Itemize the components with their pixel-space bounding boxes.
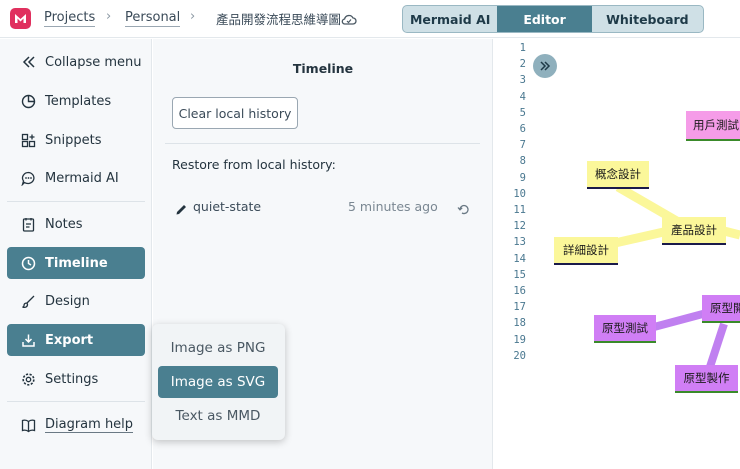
diagram-canvas[interactable]: 用戶測試 概念設計 產品設計 詳細設計 原型測試 原型開 原型製作: [534, 39, 740, 469]
export-menu: Image as PNG Image as SVG Text as MMD: [152, 324, 285, 440]
breadcrumb-separator: ›: [106, 9, 112, 24]
sidebar-item-snippets[interactable]: Snippets: [7, 124, 145, 156]
history-entry-time: 5 minutes ago: [348, 199, 438, 214]
history-entry[interactable]: quiet-state 5 minutes ago: [172, 197, 472, 219]
snippets-icon: [20, 132, 37, 149]
breadcrumb-personal[interactable]: Personal: [125, 9, 181, 27]
line-number: 16: [513, 285, 526, 297]
sidebar-item-label: Snippets: [45, 132, 102, 148]
sidebar-item-label: Collapse menu: [45, 54, 142, 70]
sidebar: Collapse menu Templates Snippets Mermaid…: [0, 39, 152, 469]
clear-local-history-button[interactable]: Clear local history: [172, 97, 298, 129]
mode-mermaid-ai-button[interactable]: Mermaid AI: [403, 6, 497, 32]
line-number: 6: [519, 123, 526, 135]
history-entry-name: quiet-state: [193, 199, 262, 214]
line-number: 9: [519, 171, 526, 184]
breadcrumb-projects[interactable]: Projects: [44, 9, 96, 27]
chevrons-right-icon: [540, 61, 551, 71]
sidebar-item-mermaid-ai[interactable]: Mermaid AI: [7, 162, 145, 194]
mode-editor-button[interactable]: Editor: [497, 6, 592, 32]
sidebar-item-design[interactable]: Design: [7, 285, 145, 317]
line-number: 15: [513, 268, 526, 281]
export-mmd-option[interactable]: Text as MMD: [158, 400, 278, 432]
line-number: 3: [519, 74, 526, 87]
book-icon: [20, 417, 37, 434]
divider: [165, 143, 480, 144]
sidebar-item-label: Timeline: [45, 255, 108, 271]
sidebar-item-export[interactable]: Export: [7, 324, 145, 356]
line-number: 18: [513, 317, 526, 330]
panel-title: Timeline: [292, 61, 354, 76]
node-prototype-development[interactable]: 原型開: [702, 295, 740, 323]
top-bar: Projects › Personal › 產品開發流程思維導圖 Mermaid…: [0, 0, 740, 38]
line-number: 7: [519, 139, 526, 152]
clock-icon: [20, 255, 37, 272]
gear-icon: [20, 371, 37, 388]
pencil-icon: [175, 201, 188, 220]
node-prototype-making[interactable]: 原型製作: [675, 365, 738, 393]
line-number: 14: [513, 252, 526, 265]
node-user-testing[interactable]: 用戶測試: [686, 111, 740, 141]
chat-icon: [20, 170, 37, 187]
line-number: 20: [513, 349, 526, 362]
mode-whiteboard-button[interactable]: Whiteboard: [592, 6, 703, 32]
sidebar-divider: [7, 401, 145, 402]
node-product-design[interactable]: 產品設計: [662, 217, 726, 245]
line-number: 5: [519, 106, 526, 119]
restore-icon[interactable]: [457, 201, 470, 220]
restore-label: Restore from local history:: [172, 157, 336, 172]
sidebar-item-label: Mermaid AI: [45, 170, 119, 186]
export-png-option[interactable]: Image as PNG: [158, 332, 278, 364]
sidebar-item-label: Design: [45, 293, 90, 309]
code-editor[interactable]: 1 2 3 4 5 6 7 8 9 10 11 12 13 14 15 16 17 18 19 20: [494, 39, 534, 469]
collapse-icon: [20, 54, 37, 71]
line-number: 19: [513, 333, 526, 346]
sidebar-item-notes[interactable]: Notes: [7, 208, 145, 240]
sidebar-item-collapse-menu[interactable]: Collapse menu: [7, 46, 145, 78]
sidebar-item-label: Templates: [45, 93, 112, 109]
sidebar-item-templates[interactable]: Templates: [7, 85, 145, 117]
line-number: 10: [513, 187, 526, 200]
cloud-sync-icon: [341, 11, 357, 30]
node-prototype-testing[interactable]: 原型測試: [594, 315, 656, 343]
brush-icon: [20, 293, 37, 310]
node-concept-design[interactable]: 概念設計: [587, 161, 649, 189]
mermaid-logo[interactable]: [10, 8, 31, 29]
document-title[interactable]: 產品開發流程思維導圖: [216, 9, 341, 28]
sidebar-item-label: Settings: [45, 371, 99, 387]
notes-icon: [20, 216, 37, 233]
sidebar-item-timeline[interactable]: Timeline: [7, 247, 145, 279]
sidebar-item-label: Export: [45, 332, 94, 348]
sidebar-divider: [7, 201, 145, 202]
line-number: 8: [519, 155, 526, 168]
line-number: 2: [519, 58, 526, 71]
export-svg-option[interactable]: Image as SVG: [158, 366, 278, 398]
sidebar-item-label: Notes: [45, 216, 83, 232]
line-number: 11: [513, 204, 526, 216]
line-number: 12: [513, 220, 526, 233]
export-icon: [20, 332, 37, 349]
templates-icon: [20, 93, 37, 110]
line-number: 17: [513, 301, 526, 314]
line-number: 13: [513, 236, 526, 249]
sidebar-item-diagram-help[interactable]: Diagram help: [7, 409, 145, 441]
breadcrumb-separator: ›: [190, 9, 196, 24]
expand-editor-button[interactable]: [533, 54, 557, 78]
mode-switcher: Mermaid AI Editor Whiteboard: [402, 5, 704, 33]
line-number: 4: [519, 90, 526, 103]
line-number: 1: [519, 42, 526, 54]
node-detailed-design[interactable]: 詳細設計: [554, 237, 618, 265]
sidebar-item-settings[interactable]: Settings: [7, 363, 145, 395]
sidebar-item-label: Diagram help: [45, 417, 134, 433]
